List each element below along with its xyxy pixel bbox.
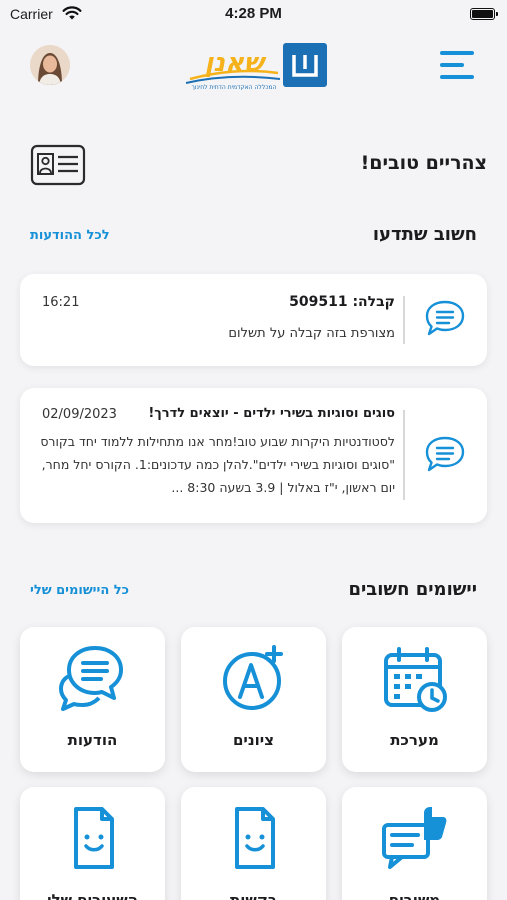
greeting-row: צהריים טובים! (0, 140, 507, 190)
greeting-text: צהריים טובים! (360, 152, 487, 174)
apps-header: יישומים חשובים כל היישומים שלי (0, 577, 507, 607)
tile-schedule[interactable]: מערכת (342, 627, 487, 772)
apps-title: יישומים חשובים (348, 579, 477, 600)
tile-grades[interactable]: ציונים (181, 627, 326, 772)
menu-line (440, 63, 464, 67)
college-logo: שאנן המכללה האקדמית הדתית לחינוך (180, 39, 330, 93)
tile-label: בקשות (230, 891, 277, 900)
tile-label: השעורים שלי (47, 891, 138, 900)
announcement-title: סוגים וסוגיות בשירי ילדים - יוצאים לדרך! (148, 406, 395, 421)
announcements-header: חשוב שתדעו לכל ההודעות (0, 222, 507, 252)
announcement-card[interactable]: סוגים וסוגיות בשירי ילדים - יוצאים לדרך!… (20, 388, 487, 523)
tile-my-lessons[interactable]: השעורים שלי (20, 787, 165, 900)
announcement-body: לסטודנטיות היקרות שבוע טוב!מחר אנו מתחיל… (40, 434, 395, 495)
user-photo (30, 45, 70, 85)
menu-line (440, 51, 474, 55)
chat-bubble-icon (425, 436, 465, 472)
logo-subtitle: המכללה האקדמית הדתית לחינוך (192, 84, 277, 91)
id-card-icon[interactable] (30, 144, 86, 186)
announcement-body: מצורפת בזה קבלה על תשלום (228, 326, 395, 341)
battery-icon (470, 8, 498, 20)
clock: 4:28 PM (225, 5, 282, 22)
hamburger-menu-button[interactable] (440, 48, 474, 82)
card-divider (403, 296, 405, 344)
announcement-time: 16:21 (42, 295, 80, 310)
avatar[interactable] (30, 45, 70, 85)
all-apps-link[interactable]: כל היישומים שלי (30, 583, 129, 598)
announcements-title: חשוב שתדעו (372, 224, 477, 245)
tile-requests[interactable]: בקשות (181, 787, 326, 900)
lessons-icon (73, 807, 114, 869)
feedback-icon (381, 807, 446, 869)
tile-label: משובים (388, 891, 441, 900)
tile-messages[interactable]: הודעות (20, 627, 165, 772)
logo-graphic: שאנן המכללה האקדמית הדתית לחינוך (185, 43, 327, 91)
announcement-date: 02/09/2023 (42, 407, 117, 422)
announcement-card[interactable]: קבלה: 509511 16:21 מצורפת בזה קבלה על תש… (20, 274, 487, 366)
messages-icon (58, 646, 123, 711)
tile-label: ציונים (232, 731, 274, 749)
menu-line (440, 75, 474, 79)
announcement-title: קבלה: 509511 (289, 294, 395, 310)
tile-label: מערכת (390, 731, 439, 749)
tile-label: הודעות (67, 731, 118, 749)
all-announcements-link[interactable]: לכל ההודעות (30, 228, 110, 243)
chat-bubble-icon (425, 300, 465, 336)
logo-wordmark: שאנן (204, 48, 267, 78)
calendar-icon (383, 647, 447, 712)
app-header: שאנן המכללה האקדמית הדתית לחינוך (0, 35, 507, 97)
grade-icon (222, 645, 283, 710)
card-divider (403, 410, 405, 500)
requests-icon (234, 807, 275, 869)
status-bar: Carrier 4:28 PM (0, 0, 507, 28)
tile-feedback[interactable]: משובים (342, 787, 487, 900)
